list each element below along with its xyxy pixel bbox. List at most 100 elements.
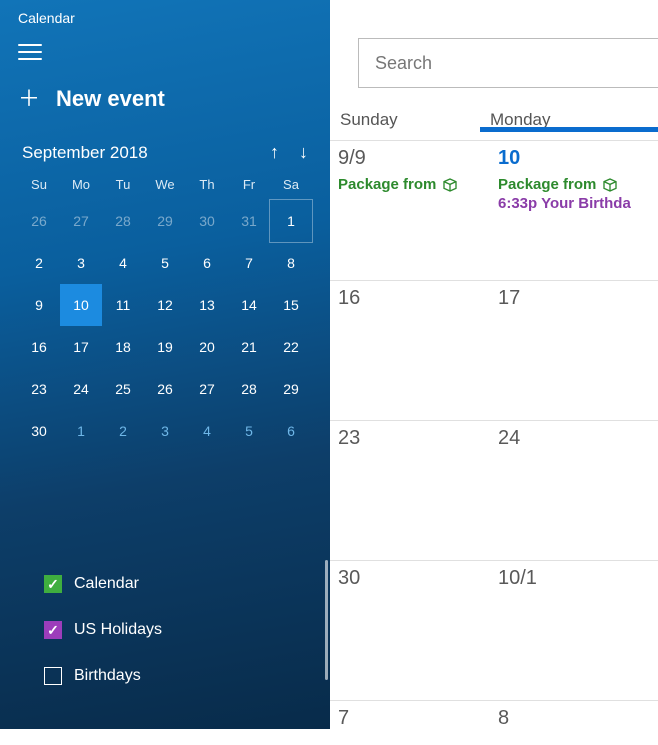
calendar-label: Calendar	[74, 575, 139, 593]
mini-cal-day[interactable]: 6	[270, 410, 312, 452]
plus-icon: ＋	[18, 88, 40, 110]
mini-cal-day[interactable]: 26	[18, 200, 60, 242]
mini-cal-day[interactable]: 19	[144, 326, 186, 368]
day-cell[interactable]: 16	[330, 281, 490, 420]
checkbox-icon	[44, 667, 62, 685]
mini-cal-day[interactable]: 21	[228, 326, 270, 368]
mini-cal-day[interactable]: 30	[186, 200, 228, 242]
mini-cal-day[interactable]: 4	[186, 410, 228, 452]
mini-cal-day[interactable]: 23	[18, 368, 60, 410]
calendar-list: ✓ Calendar ✓ US Holidays Birthdays	[44, 547, 330, 713]
prev-month-icon[interactable]: ↑	[270, 142, 279, 163]
mini-cal-day[interactable]: 5	[144, 242, 186, 284]
week-row: 7 8	[330, 700, 658, 745]
mini-cal-day[interactable]: 27	[60, 200, 102, 242]
date-number: 23	[338, 427, 481, 450]
new-event-label: New event	[56, 86, 165, 112]
week-row: 16 17	[330, 280, 658, 420]
mini-calendar: 2627282930311234567891011121314151617181…	[18, 200, 312, 452]
calendar-label: Birthdays	[74, 667, 141, 685]
mini-cal-day[interactable]: 29	[144, 200, 186, 242]
mini-cal-day[interactable]: 2	[18, 242, 60, 284]
date-number: 16	[338, 287, 481, 310]
header-sunday: Sunday	[330, 110, 490, 130]
package-icon	[442, 177, 458, 193]
scrollbar[interactable]	[325, 560, 328, 680]
day-cell[interactable]: 10/1	[490, 561, 658, 700]
day-cell[interactable]: 8	[490, 701, 658, 745]
mini-cal-day[interactable]: 2	[102, 410, 144, 452]
date-number: 8	[498, 707, 649, 730]
day-cell[interactable]: 7	[330, 701, 490, 745]
calendar-toggle-calendar[interactable]: ✓ Calendar	[44, 575, 330, 593]
mini-cal-day[interactable]: 3	[144, 410, 186, 452]
week-row: 23 24	[330, 420, 658, 560]
event-item[interactable]: 6:33p Your Birthda	[498, 195, 649, 212]
calendar-toggle-birthdays[interactable]: Birthdays	[44, 667, 330, 685]
date-number: 24	[498, 427, 649, 450]
mini-cal-day[interactable]: 9	[18, 284, 60, 326]
day-cell[interactable]: 23	[330, 421, 490, 560]
event-item[interactable]: Package from	[338, 176, 481, 193]
mini-cal-day[interactable]: 18	[102, 326, 144, 368]
main-calendar: Sunday Monday 9/9 Package from 10 Packag…	[330, 0, 658, 729]
mini-cal-day[interactable]: 20	[186, 326, 228, 368]
mini-cal-day[interactable]: 14	[228, 284, 270, 326]
sidebar: Calendar ＋ New event September 2018 ↑ ↓ …	[0, 0, 330, 729]
mini-cal-dow: SuMoTu WeThFr Sa	[18, 177, 312, 192]
package-icon	[602, 177, 618, 193]
day-cell[interactable]: 9/9 Package from	[330, 141, 490, 280]
mini-cal-day[interactable]: 28	[228, 368, 270, 410]
day-cell[interactable]: 10 Package from 6:33p Your Birthda	[490, 141, 658, 280]
date-number: 10/1	[498, 567, 649, 590]
mini-cal-day[interactable]: 28	[102, 200, 144, 242]
mini-cal-day[interactable]: 30	[18, 410, 60, 452]
mini-cal-day[interactable]: 17	[60, 326, 102, 368]
mini-cal-day[interactable]: 25	[102, 368, 144, 410]
date-number: 17	[498, 287, 649, 310]
date-number: 30	[338, 567, 481, 590]
checkbox-icon: ✓	[44, 621, 62, 639]
mini-cal-day[interactable]: 13	[186, 284, 228, 326]
date-number: 9/9	[338, 147, 481, 170]
app-title: Calendar	[18, 10, 312, 26]
mini-cal-day[interactable]: 27	[186, 368, 228, 410]
mini-cal-day[interactable]: 6	[186, 242, 228, 284]
mini-cal-day[interactable]: 11	[102, 284, 144, 326]
month-label[interactable]: September 2018	[22, 143, 148, 163]
day-cell[interactable]: 30	[330, 561, 490, 700]
calendar-label: US Holidays	[74, 621, 162, 639]
mini-cal-day[interactable]: 16	[18, 326, 60, 368]
mini-cal-day[interactable]: 12	[144, 284, 186, 326]
mini-cal-day[interactable]: 31	[228, 200, 270, 242]
mini-cal-day[interactable]: 1	[60, 410, 102, 452]
mini-cal-day[interactable]: 4	[102, 242, 144, 284]
calendar-toggle-us-holidays[interactable]: ✓ US Holidays	[44, 621, 330, 639]
day-cell[interactable]: 17	[490, 281, 658, 420]
day-cell[interactable]: 24	[490, 421, 658, 560]
new-event-button[interactable]: ＋ New event	[18, 86, 312, 112]
menu-icon[interactable]	[18, 44, 42, 60]
mini-cal-day[interactable]: 15	[270, 284, 312, 326]
weekday-header: Sunday Monday	[330, 100, 658, 140]
mini-cal-day[interactable]: 29	[270, 368, 312, 410]
header-monday: Monday	[490, 110, 658, 130]
mini-cal-day[interactable]: 26	[144, 368, 186, 410]
mini-cal-day[interactable]: 10	[60, 284, 102, 326]
mini-cal-day[interactable]: 3	[60, 242, 102, 284]
week-row: 30 10/1	[330, 560, 658, 700]
mini-cal-day[interactable]: 7	[228, 242, 270, 284]
mini-cal-day[interactable]: 22	[270, 326, 312, 368]
mini-cal-day[interactable]: 1	[270, 200, 312, 242]
date-number: 7	[338, 707, 481, 730]
search-input[interactable]	[358, 38, 658, 88]
mini-cal-day[interactable]: 24	[60, 368, 102, 410]
event-item[interactable]: Package from	[498, 176, 649, 193]
today-indicator	[480, 127, 658, 132]
week-row: 9/9 Package from 10 Package from 6:33p Y…	[330, 140, 658, 280]
date-number: 10	[498, 147, 649, 170]
mini-cal-day[interactable]: 8	[270, 242, 312, 284]
next-month-icon[interactable]: ↓	[299, 142, 308, 163]
checkbox-icon: ✓	[44, 575, 62, 593]
mini-cal-day[interactable]: 5	[228, 410, 270, 452]
